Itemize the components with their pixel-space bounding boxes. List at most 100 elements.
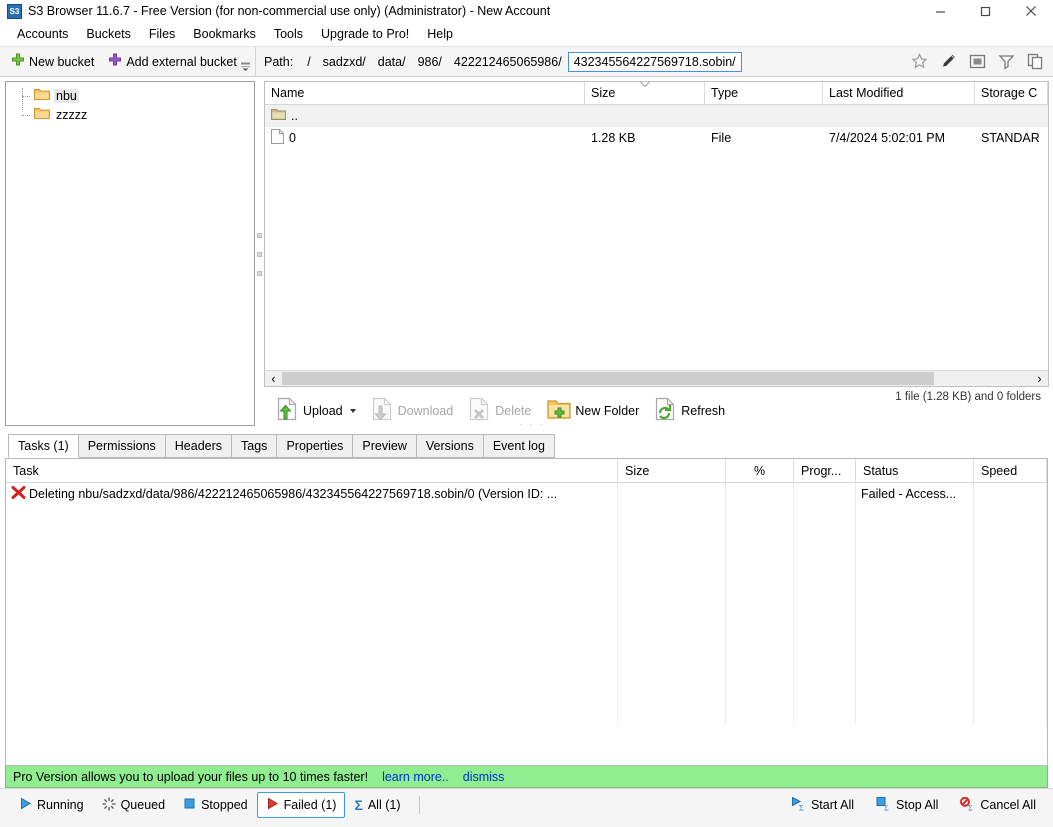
bucket-tree-item-nbu[interactable]: nbu	[6, 86, 254, 105]
scroll-right-icon[interactable]: ›	[1031, 371, 1048, 386]
star-icon[interactable]	[910, 52, 929, 71]
parent-folder-icon	[271, 108, 287, 124]
stopped-filter-label: Stopped	[201, 798, 248, 812]
menu-item-accounts[interactable]: Accounts	[8, 24, 77, 44]
scroll-track[interactable]	[282, 371, 1031, 386]
column-header-name-label: Name	[271, 86, 305, 100]
file-storage-class: STANDAR	[981, 131, 1040, 145]
menu-item-help[interactable]: Help	[418, 24, 462, 44]
status-actions: Σ Start All Σ Stop All Σ Cancel All	[782, 792, 1045, 819]
tab-headers[interactable]: Headers	[164, 434, 233, 458]
tab-event-log[interactable]: Event log	[482, 434, 555, 458]
window-bottom-edge	[0, 821, 1053, 827]
bucket-tree-item-label: nbu	[54, 88, 79, 103]
delete-icon	[469, 397, 491, 424]
column-header-size[interactable]: Size	[585, 82, 705, 104]
tab-properties[interactable]: Properties	[276, 434, 354, 458]
all-filter[interactable]: Σ All (1)	[345, 793, 409, 817]
add-external-bucket-button[interactable]: Add external bucket	[102, 50, 243, 73]
table-row[interactable]: 0 1.28 KB File 7/4/2024 5:02:01 PM STAND…	[265, 127, 1048, 149]
file-list-horizontal-scrollbar[interactable]: ‹ ›	[264, 370, 1049, 387]
path-segment-root[interactable]: /	[301, 52, 316, 72]
cancel-all-button[interactable]: Σ Cancel All	[951, 792, 1045, 819]
maximize-icon[interactable]	[963, 0, 1008, 22]
bottom-tabs: Tasks (1) Permissions Headers Tags Prope…	[0, 432, 1053, 458]
tab-permissions[interactable]: Permissions	[77, 434, 166, 458]
status-bar: Running Queued Stopped Failed (1) Σ All …	[0, 788, 1053, 821]
download-icon	[372, 397, 394, 424]
download-button[interactable]: Download	[365, 392, 461, 429]
file-size: 1.28 KB	[591, 131, 636, 145]
pencil-icon[interactable]	[939, 52, 958, 71]
sort-chevron-down-icon	[638, 82, 651, 92]
menu-item-bookmarks[interactable]: Bookmarks	[184, 24, 265, 44]
toolbar-grip: · · ·	[519, 419, 545, 430]
tab-tasks[interactable]: Tasks (1)	[8, 434, 79, 458]
scroll-thumb[interactable]	[282, 372, 934, 385]
pro-version-promo-bar: Pro Version allows you to upload your fi…	[5, 766, 1048, 788]
filter-icon[interactable]	[997, 52, 1016, 71]
tab-versions[interactable]: Versions	[415, 434, 484, 458]
column-header-type[interactable]: Type	[705, 82, 823, 104]
dismiss-link[interactable]: dismiss	[463, 770, 505, 784]
empty-row	[6, 659, 1047, 681]
table-row[interactable]: ..	[265, 105, 1048, 127]
path-segment-2[interactable]: data/	[372, 52, 412, 72]
pane-splitter[interactable]	[255, 77, 264, 432]
tasks-column-task[interactable]: Task	[6, 459, 618, 482]
path-segment-1[interactable]: sadzxd/	[317, 52, 372, 72]
new-bucket-button[interactable]: New bucket	[5, 50, 100, 73]
toolbar-overflow-icon[interactable]	[239, 60, 252, 73]
tasks-column-progress[interactable]: Progr...	[794, 459, 856, 482]
bucket-tree-item-zzzzz[interactable]: zzzzz	[6, 105, 254, 124]
queued-filter[interactable]: Queued	[93, 792, 174, 819]
tasks-column-percent[interactable]: %	[726, 459, 794, 482]
table-row[interactable]: Deleting nbu/sadzxd/data/986/42221246506…	[6, 483, 1047, 505]
empty-row	[6, 549, 1047, 571]
column-header-last-modified[interactable]: Last Modified	[823, 82, 975, 104]
task-status: Failed - Access...	[856, 483, 974, 505]
tab-preview[interactable]: Preview	[352, 434, 417, 458]
start-all-button[interactable]: Σ Start All	[782, 792, 863, 819]
status-separator	[418, 796, 420, 814]
chevron-down-icon[interactable]	[349, 408, 356, 413]
menu-item-buckets[interactable]: Buckets	[77, 24, 139, 44]
close-icon[interactable]	[1008, 0, 1053, 22]
upload-button[interactable]: Upload	[270, 392, 363, 429]
new-folder-label: New Folder	[575, 403, 640, 418]
new-folder-button[interactable]: New Folder	[540, 393, 646, 428]
stopped-filter[interactable]: Stopped	[174, 792, 257, 818]
tab-tags[interactable]: Tags	[231, 434, 278, 458]
menu-item-upgrade-to-pro[interactable]: Upgrade to Pro!	[312, 24, 418, 44]
path-segment-3[interactable]: 986/	[412, 52, 448, 72]
tasks-column-status[interactable]: Status	[856, 459, 974, 482]
refresh-button[interactable]: Refresh	[648, 392, 732, 429]
window-icon[interactable]	[968, 52, 987, 71]
scroll-left-icon[interactable]: ‹	[265, 371, 282, 386]
bucket-toolbar: New bucket Add external bucket	[0, 47, 256, 76]
path-segment-current[interactable]: 432345564227569718.sobin/	[567, 51, 742, 72]
failed-filter[interactable]: Failed (1)	[256, 792, 346, 818]
column-header-type-label: Type	[711, 86, 739, 100]
file-name: ..	[291, 109, 298, 123]
empty-row	[6, 703, 1047, 725]
empty-row	[6, 681, 1047, 703]
path-segment-4[interactable]: 422212465065986/	[448, 52, 568, 72]
learn-more-link[interactable]: learn more..	[382, 770, 449, 784]
menu-item-tools[interactable]: Tools	[265, 24, 312, 44]
download-label: Download	[397, 403, 454, 418]
minimize-icon[interactable]	[918, 0, 963, 22]
tasks-column-speed[interactable]: Speed	[974, 459, 1047, 482]
column-header-name[interactable]: Name	[265, 82, 585, 104]
menu-item-files[interactable]: Files	[140, 24, 184, 44]
task-percent	[726, 483, 794, 505]
running-filter[interactable]: Running	[10, 792, 93, 818]
plus-green-icon	[11, 53, 25, 70]
title-bar: S3 S3 Browser 11.6.7 - Free Version (for…	[0, 0, 1053, 22]
copy-icon[interactable]	[1026, 52, 1045, 71]
failed-filter-label: Failed (1)	[283, 798, 337, 812]
tasks-column-size[interactable]: Size	[618, 459, 726, 482]
app-icon: S3	[7, 3, 22, 19]
stop-all-button[interactable]: Σ Stop All	[867, 792, 947, 819]
column-header-storage-class[interactable]: Storage C	[975, 82, 1048, 104]
